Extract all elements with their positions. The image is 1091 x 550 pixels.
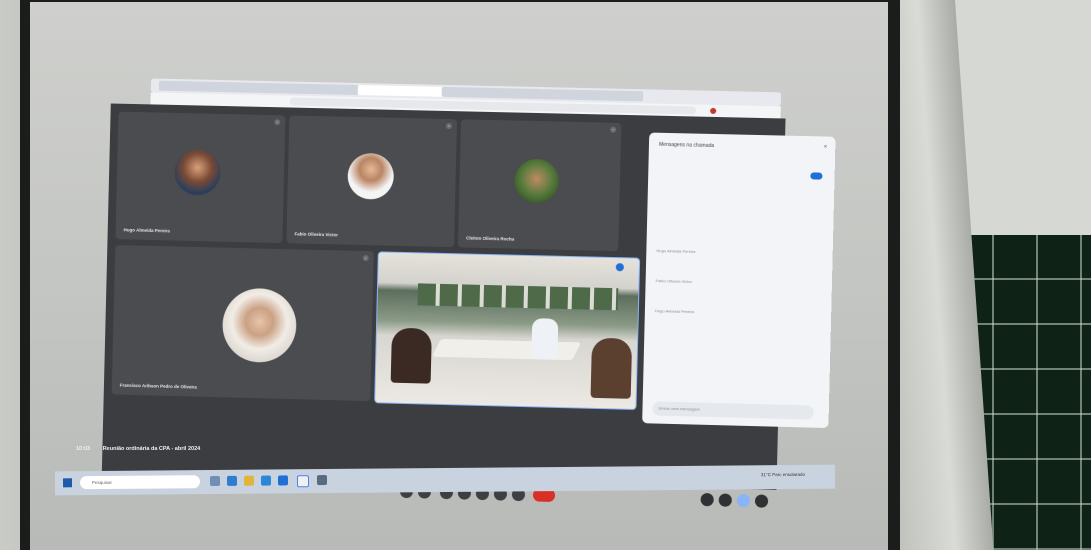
info-button[interactable] <box>700 493 713 506</box>
taskbar-search-input[interactable]: Pesquisar <box>80 475 200 489</box>
muted-mic-icon: • <box>274 119 280 125</box>
people-button[interactable] <box>719 493 732 506</box>
browser-tab[interactable] <box>258 83 359 95</box>
allow-messages-toggle[interactable] <box>810 172 822 179</box>
chat-message-author: Hugo Almeida Pereira <box>656 248 695 254</box>
participant-name: Cleiton Oliveira Rocha <box>466 235 514 241</box>
muted-mic-icon: • <box>363 255 369 261</box>
chat-title: Mensagens na chamada <box>659 142 714 149</box>
attendee-left <box>391 328 432 384</box>
system-tray: 31°C Parc ensolarado <box>761 472 805 477</box>
attendee-right <box>591 338 633 399</box>
windows-start-icon[interactable] <box>63 478 72 487</box>
room-windows <box>418 283 619 310</box>
participant-tile[interactable]: • Francisco Aribson Pedro de Oliveira <box>112 245 374 401</box>
muted-mic-icon: • <box>446 123 452 129</box>
chat-panel: Mensagens na chamada × Hugo Almeida Pere… <box>642 133 835 429</box>
browser-tab[interactable] <box>442 87 543 99</box>
chat-message-input[interactable]: Enviar uma mensagem <box>652 401 813 419</box>
divider: | <box>96 446 98 452</box>
activities-button[interactable] <box>755 494 768 507</box>
store-icon[interactable] <box>261 476 271 486</box>
profile-avatar[interactable] <box>710 108 716 114</box>
chat-message-author: Fabio Oliveira Victor <box>656 278 692 284</box>
speaking-indicator-icon <box>616 263 624 271</box>
participant-tile[interactable]: • Hugo Almeida Pereira <box>115 112 285 243</box>
avatar <box>347 153 394 200</box>
avatar <box>514 159 559 204</box>
camera-feed-tile[interactable]: Conferência... <box>374 251 640 410</box>
participant-tile[interactable]: • Fabio Oliveira Victor <box>286 115 457 247</box>
participant-name: Francisco Aribson Pedro de Oliveira <box>120 383 197 390</box>
attendee-center <box>531 318 558 359</box>
avatar <box>222 288 297 364</box>
close-icon[interactable]: × <box>824 145 828 151</box>
settings-icon[interactable] <box>317 475 327 485</box>
avatar <box>174 149 221 196</box>
meeting-table <box>432 339 581 360</box>
projected-desktop: • Hugo Almeida Pereira • Fabio Oliveira … <box>57 62 837 511</box>
meeting-title: Reunião ordinária da CPA - abril 2024 <box>103 446 201 452</box>
participant-name: Conferência... <box>383 390 413 396</box>
participant-name: Fabio Oliveira Victor <box>294 231 338 237</box>
meeting-time: 10:03 <box>76 446 90 452</box>
participant-name: Hugo Almeida Pereira <box>124 227 170 233</box>
muted-mic-icon: • <box>610 127 616 133</box>
task-view-icon[interactable] <box>210 476 220 486</box>
chrome-icon[interactable] <box>297 475 309 487</box>
browser-tab-active[interactable] <box>358 85 444 97</box>
browser-tab[interactable] <box>542 89 644 101</box>
chat-message-author: Hugo Almeida Pereira <box>655 308 694 314</box>
edge-browser-icon[interactable] <box>227 476 237 486</box>
meeting-time-and-title: 10:03 | Reunião ordinária da CPA - abril… <box>76 446 200 452</box>
browser-tab[interactable] <box>159 81 260 93</box>
participant-tile[interactable]: • Cleiton Oliveira Rocha <box>458 119 621 251</box>
weather-text: 31°C Parc ensolarado <box>761 472 805 477</box>
mail-icon[interactable] <box>278 475 288 485</box>
chat-button[interactable] <box>737 494 750 507</box>
file-explorer-icon[interactable] <box>244 476 254 486</box>
